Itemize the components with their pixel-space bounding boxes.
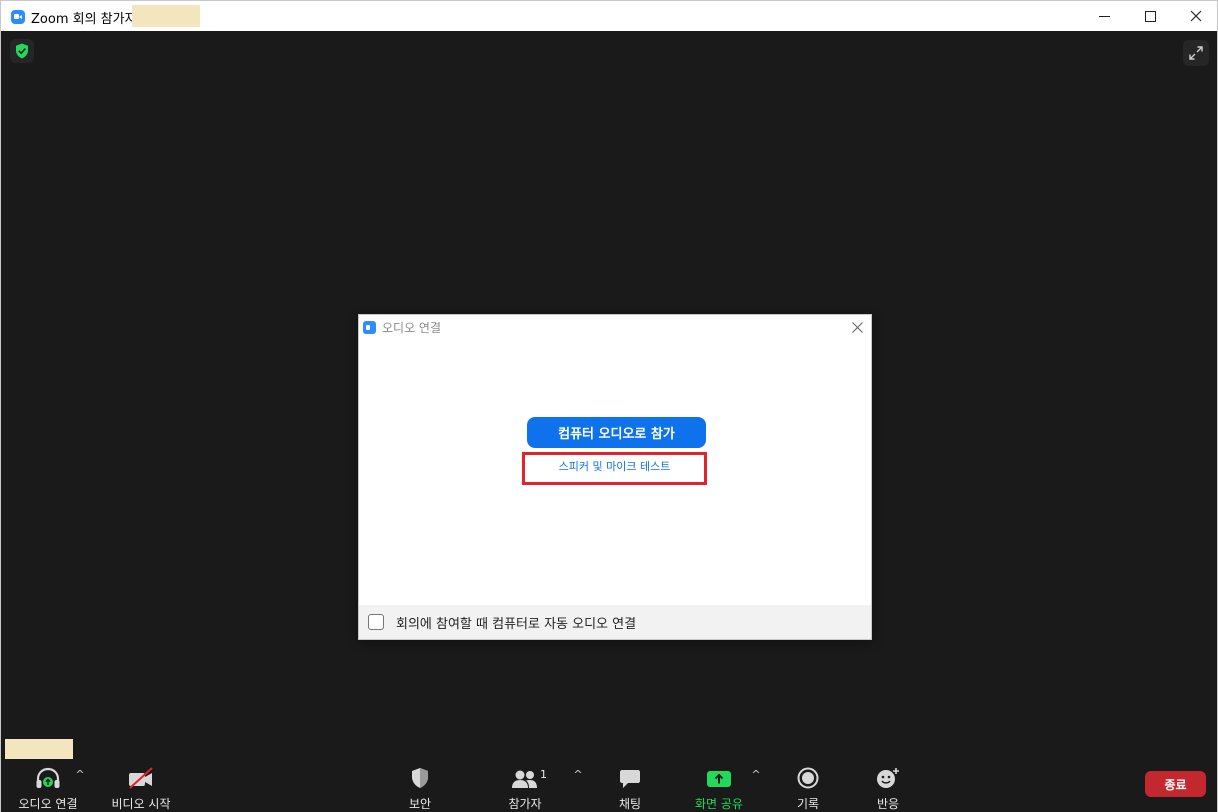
security-label: 보안	[408, 797, 432, 811]
redacted-participant-name	[5, 739, 73, 759]
record-icon	[797, 767, 819, 789]
close-window-button[interactable]	[1173, 1, 1218, 31]
participants-label: 참가자	[508, 797, 542, 811]
participant-count: 1	[540, 768, 547, 781]
minimize-icon	[1098, 15, 1110, 17]
chat-button[interactable]: 채팅	[600, 758, 660, 812]
speaker-mic-test-highlight: 스피커 및 마이크 테스트	[522, 452, 707, 485]
participants-button[interactable]: 참가자	[495, 758, 555, 812]
join-computer-audio-button[interactable]: 컴퓨터 오디오로 참가	[527, 417, 706, 448]
record-button[interactable]: 기록	[778, 758, 838, 812]
close-icon	[1190, 10, 1202, 22]
emoji-add-icon	[877, 768, 899, 788]
zoom-app-icon	[11, 10, 25, 24]
dialog-title: 오디오 연결	[382, 321, 442, 335]
share-label: 화면 공유	[695, 797, 743, 811]
security-button[interactable]: 보안	[389, 758, 451, 812]
video-off-icon	[129, 767, 153, 789]
maximize-icon	[1144, 10, 1156, 22]
audio-options-caret[interactable]: ^	[74, 768, 86, 781]
dialog-footer: 회의에 참여할 때 컴퓨터로 자동 오디오 연결	[359, 605, 871, 639]
minimize-button[interactable]	[1081, 1, 1127, 31]
speaker-mic-test-link[interactable]: 스피커 및 마이크 테스트	[559, 458, 671, 474]
meeting-area: 오디오 연결 컴퓨터 오디오로 참가 스피커 및 마이크 테스트 회의에 참여할…	[0, 31, 1218, 812]
redacted-name	[132, 5, 200, 27]
share-options-caret[interactable]: ^	[750, 768, 762, 781]
reactions-button[interactable]: 반응	[858, 758, 918, 812]
maximize-button[interactable]	[1127, 1, 1173, 31]
expand-icon	[1189, 46, 1203, 60]
share-screen-icon	[707, 771, 731, 787]
chat-bubble-icon	[620, 770, 640, 788]
meeting-toolbar: 오디오 연결 ^ 비디오 시작 보안 참가자 1 ^ 채팅 화면 공유 ^ 기록…	[1, 758, 1217, 812]
record-label: 기록	[796, 797, 820, 811]
start-video-button[interactable]: 비디오 시작	[104, 758, 178, 812]
shield-icon	[412, 768, 428, 788]
reactions-label: 반응	[876, 797, 900, 811]
dialog-close-button[interactable]	[848, 318, 866, 336]
audio-connect-dialog: 오디오 연결 컴퓨터 오디오로 참가 스피커 및 마이크 테스트 회의에 참여할…	[358, 314, 872, 640]
close-icon	[851, 321, 863, 333]
end-meeting-button[interactable]: 종료	[1145, 771, 1206, 797]
shield-check-icon	[16, 43, 28, 59]
video-label: 비디오 시작	[111, 797, 171, 811]
audio-connect-button[interactable]: 오디오 연결	[11, 758, 85, 812]
fullscreen-button[interactable]	[1183, 40, 1209, 66]
auto-connect-checkbox[interactable]	[368, 614, 384, 630]
auto-connect-label: 회의에 참여할 때 컴퓨터로 자동 오디오 연결	[396, 617, 637, 632]
chat-label: 채팅	[618, 797, 642, 811]
security-badge[interactable]	[10, 39, 34, 63]
participants-icon	[512, 770, 537, 788]
participants-options-caret[interactable]: ^	[572, 768, 584, 781]
headphone-icon	[36, 767, 60, 788]
window-titlebar: Zoom 회의 참가자	[0, 0, 1218, 31]
zoom-dialog-icon	[363, 321, 376, 334]
share-screen-button[interactable]: 화면 공유	[685, 758, 753, 812]
audio-label: 오디오 연결	[18, 797, 78, 811]
window-title: Zoom 회의 참가자	[31, 12, 137, 27]
